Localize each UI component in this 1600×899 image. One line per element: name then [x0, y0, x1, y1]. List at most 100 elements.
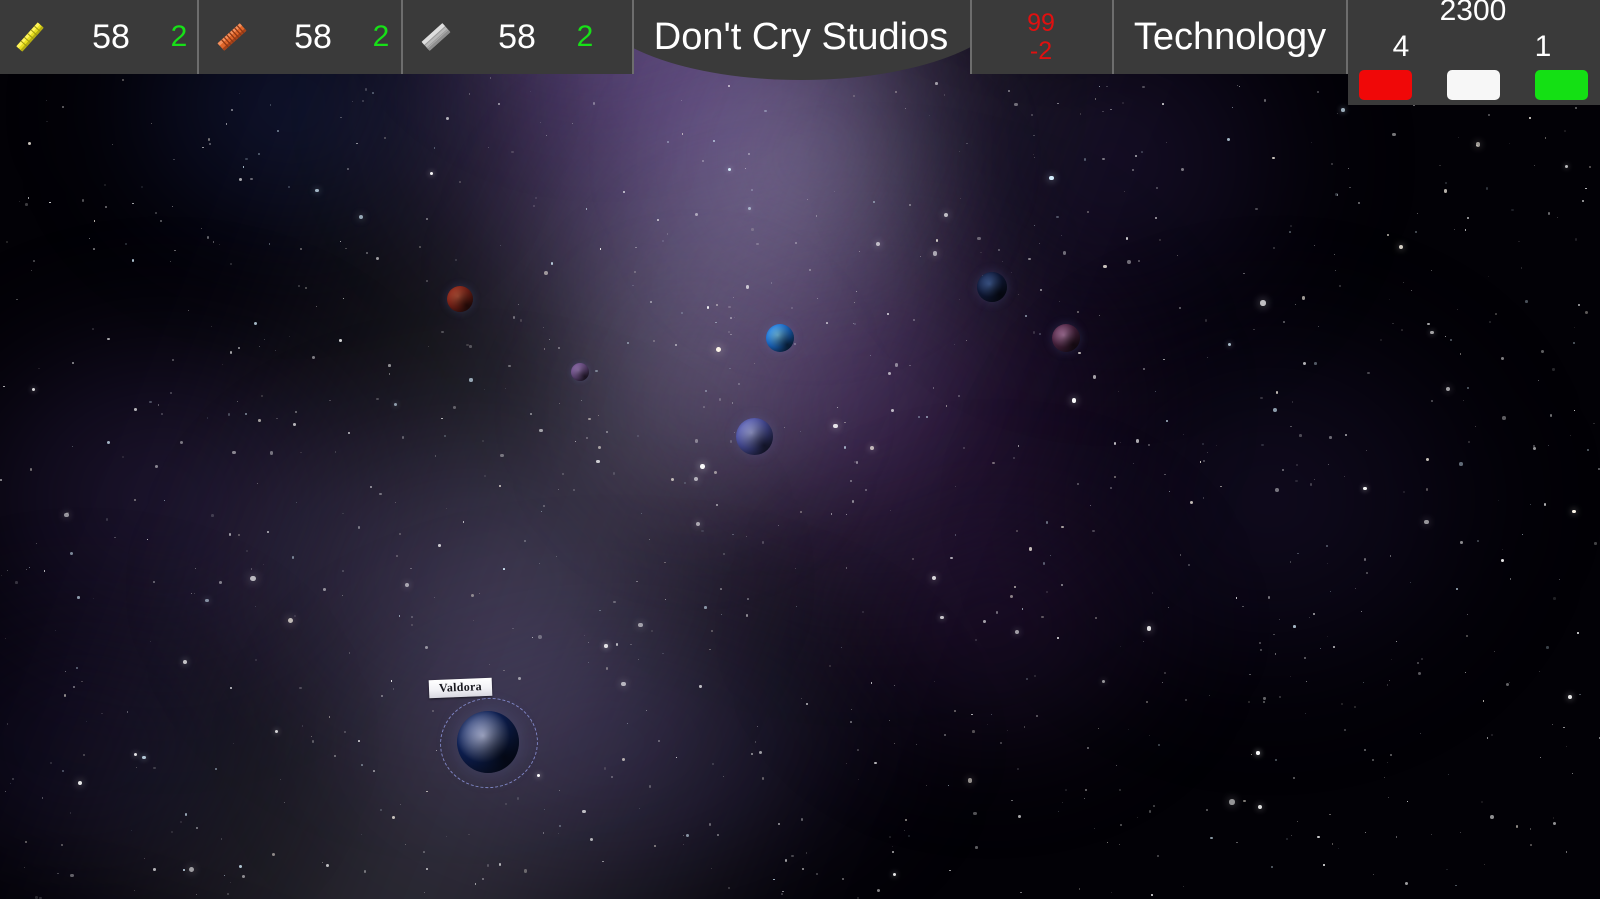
star: [1118, 391, 1120, 393]
star: [1156, 854, 1160, 858]
star: [615, 643, 619, 646]
planet-body[interactable]: [736, 418, 773, 455]
star: [473, 619, 475, 621]
star: [1227, 137, 1230, 141]
star: [585, 436, 588, 439]
star: [890, 509, 892, 511]
star: [49, 762, 52, 765]
planet-body[interactable]: [977, 272, 1007, 302]
star: [1460, 832, 1462, 834]
star: [1202, 460, 1205, 463]
star: [70, 552, 74, 556]
star: [269, 104, 272, 106]
star: [1395, 91, 1397, 93]
star: [785, 859, 788, 862]
star: [1007, 729, 1009, 731]
planet-body[interactable]: [1052, 324, 1080, 352]
star: [532, 205, 535, 207]
star: [1362, 681, 1364, 683]
star: [342, 512, 344, 514]
star: [530, 721, 533, 723]
star: [1188, 563, 1191, 566]
planet-body[interactable]: [766, 324, 794, 352]
star: [188, 867, 194, 873]
star: [1329, 813, 1331, 816]
star: [1319, 648, 1321, 650]
star: [469, 345, 472, 348]
star: [61, 106, 64, 109]
star: [648, 785, 651, 788]
planet-body[interactable]: [571, 363, 589, 381]
star: [908, 835, 911, 838]
star: [1493, 650, 1495, 652]
star: [715, 503, 718, 506]
star: [245, 157, 248, 161]
galaxy-map-viewport[interactable]: Valdora: [0, 0, 1600, 899]
star: [539, 121, 541, 123]
star: [759, 750, 763, 754]
star: [1358, 202, 1360, 204]
star: [1464, 229, 1467, 231]
star: [210, 326, 212, 328]
star: [731, 533, 734, 536]
star: [1593, 422, 1595, 425]
planet-terminator: [571, 363, 589, 381]
star: [830, 513, 832, 515]
star: [543, 505, 546, 508]
star: [1061, 525, 1065, 529]
star: [1417, 671, 1422, 675]
star: [33, 259, 36, 262]
planet-name-label[interactable]: Valdora: [428, 677, 493, 699]
star: [81, 199, 85, 202]
star: [1272, 156, 1275, 160]
star: [38, 367, 40, 370]
star: [727, 167, 731, 171]
star: [1573, 326, 1576, 328]
star: [955, 485, 957, 487]
star: [242, 874, 246, 878]
star: [61, 770, 64, 773]
star: [833, 423, 838, 429]
star: [1061, 234, 1063, 236]
star: [295, 410, 298, 413]
star: [63, 694, 67, 697]
star: [470, 593, 475, 598]
star: [665, 598, 667, 600]
star: [149, 400, 152, 404]
star: [441, 417, 443, 419]
star: [230, 262, 233, 265]
star: [587, 641, 589, 644]
star: [1389, 680, 1391, 682]
star: [133, 408, 137, 411]
planet-terminator: [1052, 324, 1080, 352]
star: [134, 889, 136, 891]
star: [800, 818, 804, 821]
star: [1507, 98, 1509, 100]
star: [1338, 848, 1339, 849]
star: [1020, 891, 1022, 894]
star: [142, 755, 146, 760]
star: [782, 890, 784, 893]
star: [36, 542, 37, 544]
planet-body[interactable]: [447, 286, 473, 312]
planet-terminator: [447, 286, 473, 312]
planet-body[interactable]: [457, 711, 519, 773]
star: [61, 844, 64, 847]
planet-terminator: [457, 711, 519, 773]
star: [29, 468, 33, 471]
star: [1502, 416, 1506, 420]
star: [557, 832, 559, 834]
star: [1282, 468, 1285, 472]
star: [257, 419, 261, 423]
star: [582, 809, 586, 813]
star: [379, 492, 382, 496]
star: [1341, 703, 1344, 706]
star: [1231, 107, 1233, 109]
star: [635, 247, 637, 249]
star: [7, 570, 9, 571]
star: [2, 385, 5, 388]
star: [356, 142, 358, 145]
star: [959, 151, 961, 153]
star: [311, 740, 314, 743]
star: [632, 285, 634, 287]
